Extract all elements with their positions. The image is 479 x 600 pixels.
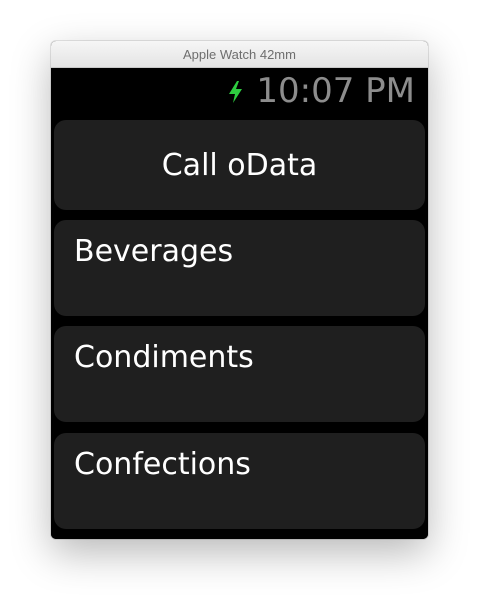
- window-title: Apple Watch 42mm: [183, 46, 296, 62]
- list-item-condiments[interactable]: Condiments: [54, 326, 425, 422]
- watch-screen: 10:07 PM Call oData Beverages Condiments…: [51, 68, 428, 539]
- status-time: 10:07 PM: [256, 71, 415, 111]
- list-item-label: Confections: [74, 447, 251, 482]
- window-titlebar[interactable]: Apple Watch 42mm: [51, 41, 428, 68]
- list-item-label: Condiments: [74, 340, 254, 375]
- status-bar: 10:07 PM: [228, 71, 415, 111]
- call-odata-label: Call oData: [161, 147, 318, 183]
- list-item-label: Beverages: [74, 234, 234, 269]
- lightning-bolt-icon: [229, 81, 243, 103]
- list-item-confections[interactable]: Confections: [54, 433, 425, 529]
- simulator-window: Apple Watch 42mm 10:07 PM Call oData Bev…: [51, 41, 428, 539]
- list-item-beverages[interactable]: Beverages: [54, 220, 425, 316]
- call-odata-button[interactable]: Call oData: [54, 120, 425, 210]
